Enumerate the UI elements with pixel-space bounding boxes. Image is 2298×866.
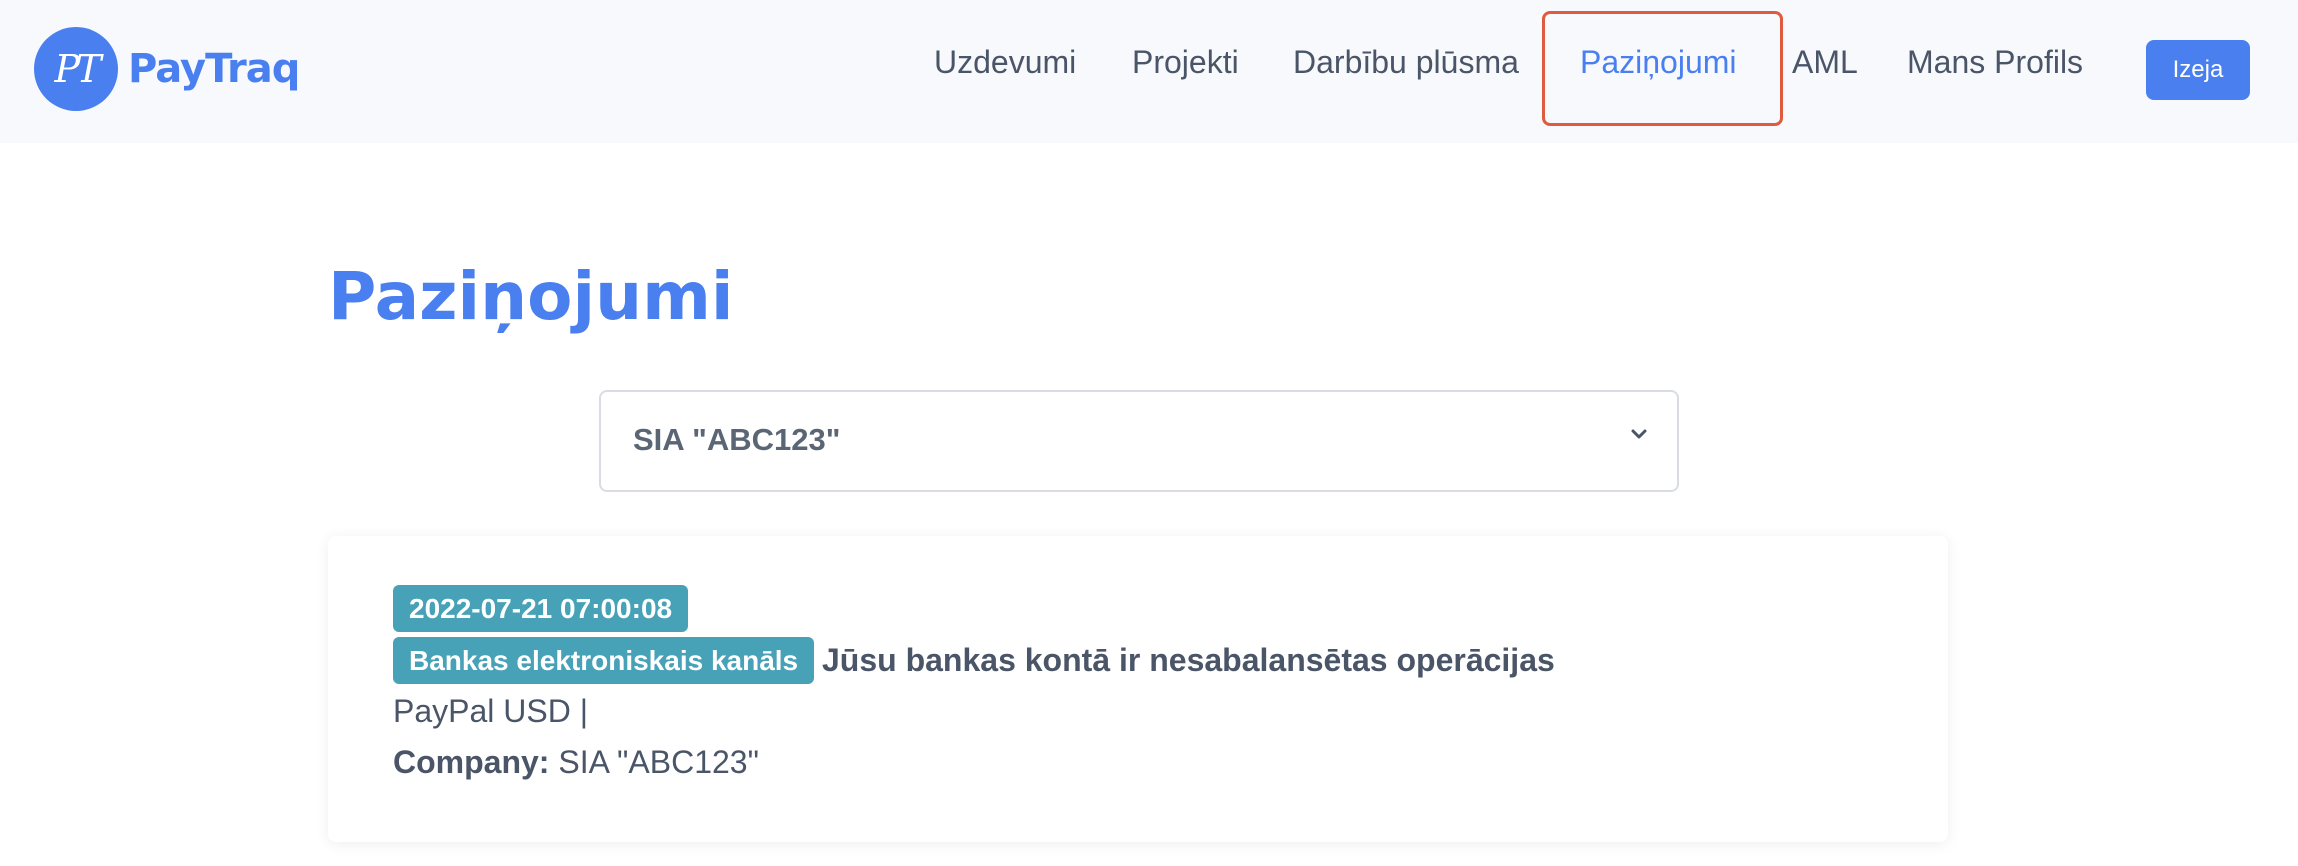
nav-item-notifications[interactable]: Paziņojumi <box>1580 44 1737 81</box>
company-label: Company: <box>393 744 550 780</box>
nav-item-tasks[interactable]: Uzdevumi <box>934 44 1076 81</box>
company-select[interactable]: SIA "ABC123" <box>599 390 1679 492</box>
nav-item-profile[interactable]: Mans Profils <box>1907 44 2083 81</box>
logout-button[interactable]: Izeja <box>2146 40 2250 100</box>
top-navbar: PT PayTraq Uzdevumi Projekti Darbību plū… <box>0 0 2298 143</box>
logo-text: PayTraq <box>128 46 300 92</box>
channel-badge: Bankas elektroniskais kanāls <box>393 637 815 684</box>
chevron-down-icon <box>1630 427 1648 446</box>
page-title: Paziņojumi <box>328 258 734 335</box>
nav-item-activity[interactable]: Darbību plūsma <box>1293 44 1519 81</box>
company-select-value: SIA "ABC123" <box>633 422 841 457</box>
nav-item-projects[interactable]: Projekti <box>1132 44 1239 81</box>
notification-card: 2022-07-21 07:00:08 Bankas elektroniskai… <box>328 536 1948 842</box>
date-badge: 2022-07-21 07:00:08 <box>393 585 689 632</box>
paytraq-logo[interactable]: PT PayTraq <box>34 27 300 111</box>
company-value: SIA "ABC123" <box>558 744 759 780</box>
notification-title: Jūsu bankas kontā ir nesabalansētas oper… <box>822 642 1555 678</box>
notification-company: Company: SIA "ABC123" <box>393 744 759 781</box>
notification-account: PayPal USD | <box>393 693 589 729</box>
nav-item-aml[interactable]: AML <box>1792 44 1858 81</box>
logo-monogram: PT <box>34 27 118 111</box>
